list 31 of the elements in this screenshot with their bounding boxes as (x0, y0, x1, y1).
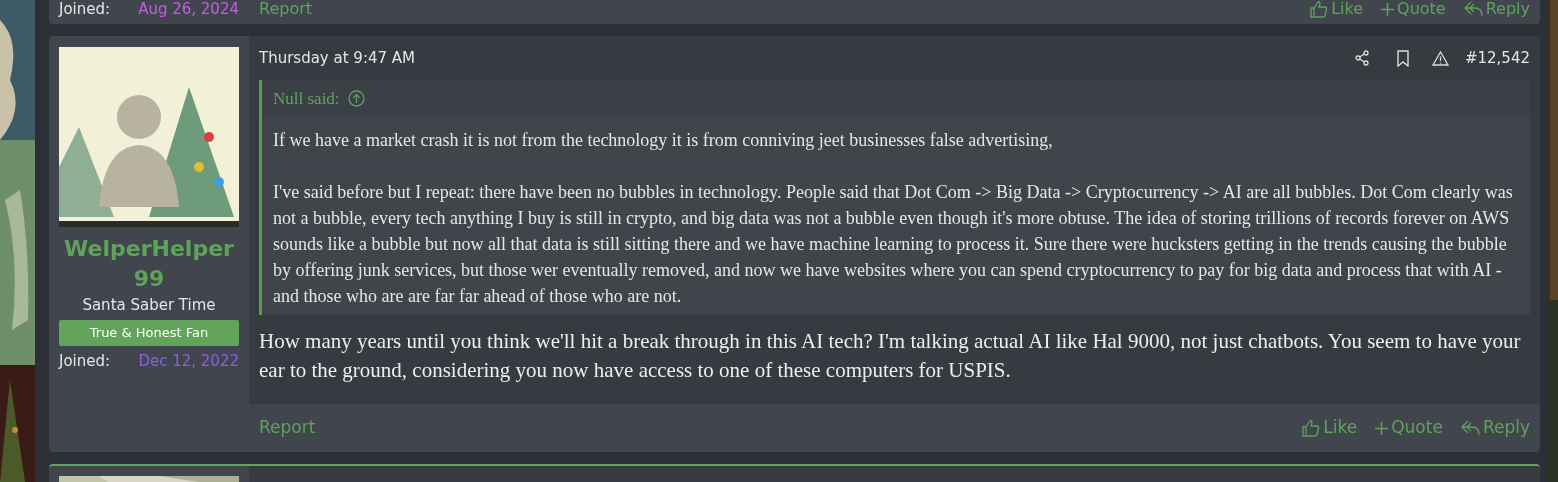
joined-date: Dec 12, 2022 (138, 351, 239, 372)
like-link[interactable]: Like (1302, 415, 1358, 441)
warning-icon[interactable] (1431, 50, 1449, 66)
quote-link[interactable]: Quote (1375, 415, 1443, 441)
reply-icon (1460, 420, 1480, 436)
report-link[interactable]: Report (259, 0, 313, 18)
thumbs-up-icon (1310, 0, 1329, 18)
quote-text: I've said before but I repeat: there have been no bubbles in technology. People said that Dot Com -> Big Data -> Cryptocurrency -> AI are all bubbles. Dot Com clearly was not a bubble, every tech anything I buy is still in crypto, and big data was not a bubble even though it's more obtuse. The idea of storing trillions of records forever on AWS sounds like a bubble but now all that data is still sitting there and we have machine learning to process it. Sure there were hucksters getting in the trends causing the bubble by offering junk services, but those wer eventually removed, and now we have websites where you can spend cryptocurrency to pay for big data and process that with AI - and those who are are far far ahead of those who are not. (273, 181, 1514, 308)
quote-link[interactable]: Quote (1381, 0, 1446, 18)
reply-link[interactable]: Reply (1463, 0, 1530, 18)
quote-text: If we have a market crash it is not from the technology it is from conniving jeet businesses false advertising, (273, 129, 1054, 152)
joined-date: Aug 26, 2024 (138, 0, 239, 18)
share-icon[interactable] (1353, 50, 1370, 66)
reply-icon (1463, 1, 1483, 17)
post-number[interactable]: #12,542 (1464, 46, 1530, 70)
bookmark-icon[interactable] (1395, 49, 1410, 67)
post-timestamp[interactable]: Thursday at 9:47 AM (259, 46, 1354, 70)
user-banner: True & Honest Fan (59, 320, 239, 346)
username[interactable]: WelperHelper99 (59, 234, 239, 294)
quote-author[interactable]: Null said: (273, 85, 340, 112)
like-link[interactable]: Like (1310, 0, 1364, 18)
joined-label: Joined: (59, 0, 111, 18)
plus-icon (1375, 421, 1389, 435)
report-link[interactable]: Report (259, 415, 316, 441)
joined-label: Joined: (59, 351, 111, 372)
plus-icon (1381, 2, 1395, 16)
post-body: How many years until you think we'll hit a break through in this AI tech? I'm talking actual AI like Hal 9000, not just chatbots. You seem to have your ear to the ground, considering you now have access to one of these computers for USPIS. (259, 328, 1522, 384)
reply-link[interactable]: Reply (1460, 415, 1530, 441)
arrow-up-icon[interactable] (347, 90, 365, 107)
user-title: Santa Saber Time (82, 295, 216, 315)
thumbs-up-icon (1302, 419, 1321, 437)
